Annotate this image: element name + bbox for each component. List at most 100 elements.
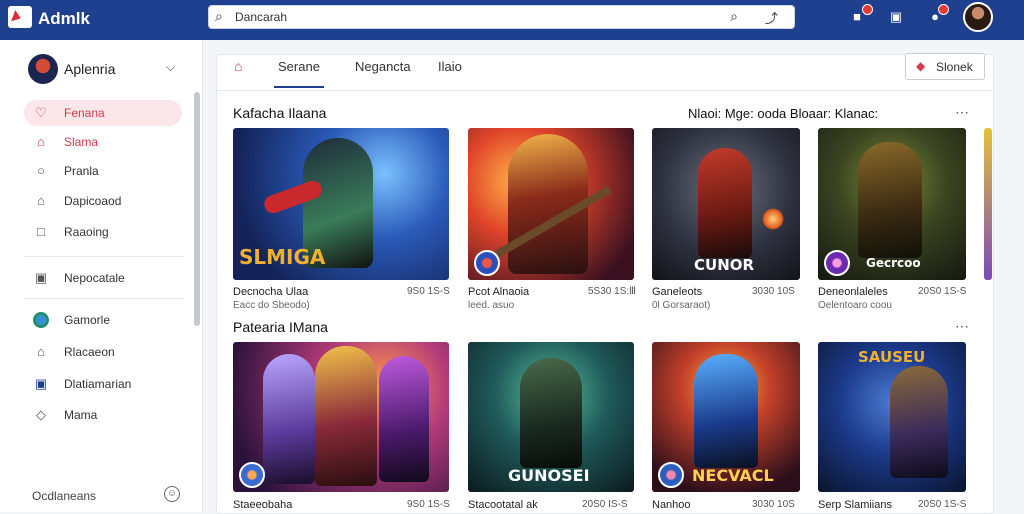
game-meta: 5S30 1S:Ⅲ [588,286,637,297]
search-icon[interactable]: ⌕ [215,8,223,25]
sidebar-item-dlatiamarian[interactable]: ▣ Dlatiamarian [24,371,182,397]
home-icon: ⌂ [37,193,45,208]
section-title: Kafacha Ilaana [233,105,327,121]
game-thumbnail[interactable]: SLMIGA [233,128,449,280]
game-logo-text: CUNOR [694,256,755,274]
game-meta: 3030 10S [752,499,795,510]
game-title[interactable]: Deneonlaleles [818,286,888,298]
house-icon: ⌂ [37,344,45,359]
home-tab-icon[interactable]: ⌂ [234,58,242,74]
search-bar[interactable]: ⌕ Dancarah ⌕ ⤴ [208,5,795,29]
game-thumbnail[interactable]: CUNOR [652,128,800,280]
sidebar-item-fenana[interactable]: ♡ Fenana [24,100,182,126]
sidebar-divider [24,298,184,299]
game-meta: 20S0 1S-S [918,499,967,510]
game-logo-text: SLMIGA [239,245,326,269]
game-meta: 20S0 1S-S [918,286,967,297]
tag-icon: ◆ [916,59,926,73]
character-art [858,142,922,258]
game-badge-icon [824,250,850,276]
game-title[interactable]: Nanhoo [652,499,691,511]
share-icon[interactable]: ⤴ [765,8,778,27]
game-thumbnail[interactable]: NECVACL [652,342,800,492]
game-meta: 9S0 1S-S [407,499,450,510]
character-art [890,366,948,478]
sidebar-item-gamorle[interactable]: Gamorle [24,307,182,333]
game-title[interactable]: Ganeleots [652,286,702,298]
character-art [379,356,429,482]
game-logo-text: GUNOSEI [508,466,590,485]
game-title[interactable]: Staeeobaha [233,499,292,511]
game-avatar-icon [33,312,49,328]
camera-icon[interactable]: ▣ [887,8,905,26]
tab-negancta[interactable]: Negancta [355,59,411,74]
sidebar-item-mama[interactable]: ◇ Mama [24,402,182,428]
sidebar-bottom-label[interactable]: Ocdlaneans [32,489,96,503]
search-input[interactable]: Dancarah [235,10,287,24]
sidebar-item-label: Rlacaeon [64,345,115,359]
fire-effect-art [762,208,784,230]
character-art [698,148,752,258]
sidebar-scrollbar[interactable] [194,92,200,326]
game-thumbnail[interactable] [468,128,634,280]
stock-button[interactable]: ◆ Slonek [905,53,985,80]
profile-avatar[interactable] [28,54,58,84]
game-logo-text: SAUSEU [858,348,926,366]
game-thumbnail[interactable]: Gecrcoo [818,128,966,280]
sidebar-item-rlacaeon[interactable]: ⌂ Rlacaeon [24,339,182,365]
app-brand: Admlk [38,9,90,28]
heart-icon: ♡ [35,105,47,120]
game-thumbnail[interactable]: GUNOSEI [468,342,634,492]
game-meta: 9S0 1S-S [407,286,450,297]
app-logo[interactable] [8,6,32,28]
character-art [315,346,377,486]
game-title[interactable]: Decnocha Ulaa [233,286,308,298]
tab-serane[interactable]: Serane [274,59,324,88]
sidebar-item-label: Mama [64,408,98,422]
game-subtitle: Eacc do Sbeodo) [233,300,310,311]
game-thumbnail[interactable] [233,342,449,492]
section-filter-label[interactable]: Nlaoi: Mge: ooda Bloaar: Klanac: [688,106,878,121]
calendar-icon: ▣ [34,376,48,391]
game-title[interactable]: Serp Slamiians [818,499,892,511]
game-logo-text: NECVACL [692,466,774,485]
sidebar-item-slama[interactable]: ⌂ Slama [24,129,182,155]
game-thumbnail[interactable]: SAUSEU [818,342,966,492]
chevron-down-icon[interactable]: ⌵ [166,60,175,75]
user-avatar[interactable] [963,2,993,32]
smiley-icon[interactable]: ☺ [164,486,180,502]
box-icon: □ [37,224,45,239]
more-icon[interactable]: ⋯ [955,104,970,121]
sidebar-item-dapicoaod[interactable]: ⌂ Dapicoaod [24,188,182,214]
sidebar-item-label: Raaoing [64,225,109,239]
sidebar-item-label: Dlatiamarian [64,377,132,391]
pin-icon: ○ [37,163,45,178]
game-thumbnail-partial[interactable] [984,128,992,280]
sidebar-item-label: Slama [64,135,99,149]
search-submit-icon[interactable]: ⌕ [730,8,738,25]
sidebar-item-raaoing[interactable]: □ Raaoing [24,219,182,245]
sidebar-item-label: Gamorle [64,313,111,327]
game-subtitle: 0l Gorsaraot) [652,300,711,311]
sidebar-divider [24,256,184,257]
notification-badge [862,4,873,15]
game-meta: 20S0 IS-S [582,499,628,510]
game-subtitle: leed. asuo [468,300,515,311]
gamepad-icon: ▣ [34,270,48,285]
stock-button-label: Slonek [936,60,973,74]
tab-ilaio[interactable]: Ilaio [438,59,462,74]
sidebar-item-label: Pranla [64,164,99,178]
sidebar-item-nepocatale[interactable]: ▣ Nepocatale [24,265,182,291]
game-subtitle: Oelentoaro coou [818,300,892,311]
character-art [263,354,315,484]
fire-icon: ◇ [36,407,46,422]
profile-name[interactable]: Aplenria [64,61,115,77]
game-title[interactable]: Pcot Alnaoia [468,286,529,298]
sidebar-item-label: Fenana [64,106,105,120]
sidebar-item-pranla[interactable]: ○ Pranla [24,158,182,184]
game-logo-text: Gecrcoo [866,256,921,270]
bag-icon: ⌂ [37,134,45,149]
more-icon[interactable]: ⋯ [955,318,970,335]
game-badge-icon [239,462,265,488]
game-title[interactable]: Stacootatal ak [468,499,538,511]
